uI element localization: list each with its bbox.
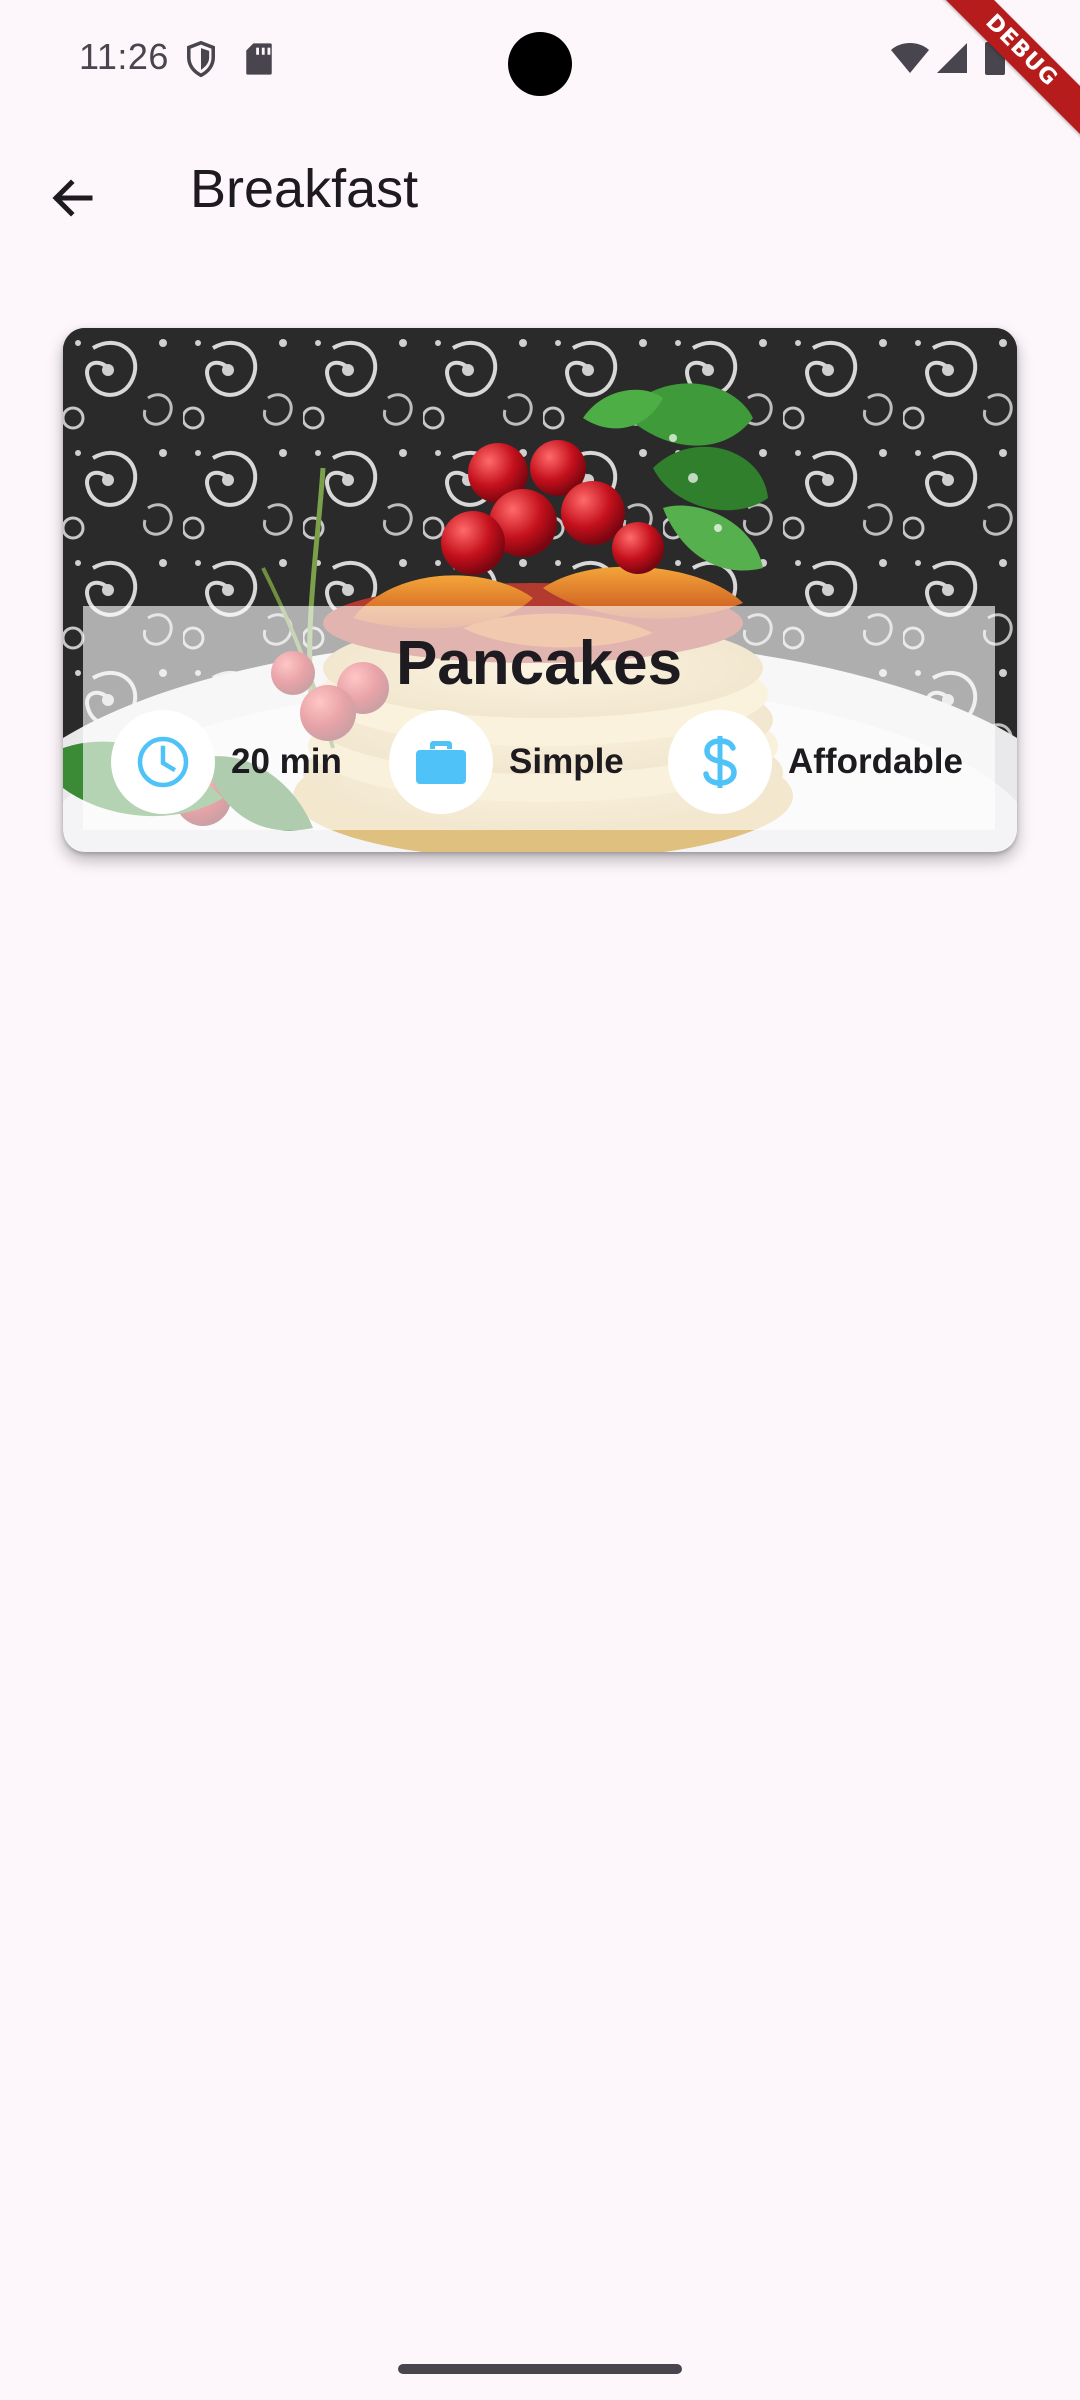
camera-cutout — [508, 32, 572, 96]
duration-label: 20 min — [231, 742, 342, 781]
status-bar: 11:26 DEBUG — [0, 0, 1080, 145]
status-time: 11:26 — [79, 36, 169, 77]
affordability-icon-circle — [668, 710, 772, 814]
clock-icon — [136, 735, 190, 789]
complexity-icon-circle — [389, 710, 493, 814]
meal-card[interactable]: Pancakes 20 min Simple Affordable — [63, 328, 1017, 852]
sd-card-icon — [244, 42, 274, 81]
duration-icon-circle — [111, 710, 215, 814]
back-button[interactable] — [36, 162, 108, 234]
page-title: Breakfast — [190, 159, 419, 219]
meal-title: Pancakes — [395, 629, 683, 698]
meal-affordability: Affordable — [668, 710, 963, 814]
shield-icon — [184, 40, 218, 83]
complexity-label: Simple — [509, 742, 624, 781]
affordability-label: Affordable — [788, 742, 963, 781]
briefcase-icon — [414, 737, 468, 787]
wifi-icon — [890, 42, 930, 79]
meal-complexity: Simple — [389, 710, 624, 814]
back-arrow-icon — [48, 174, 96, 222]
gesture-nav-bar[interactable] — [398, 2364, 682, 2374]
dollar-icon — [700, 734, 740, 790]
meal-info-overlay: Pancakes 20 min Simple Affordable — [83, 606, 995, 830]
meal-duration: 20 min — [111, 710, 342, 814]
app-bar: Breakfast — [0, 120, 1080, 260]
